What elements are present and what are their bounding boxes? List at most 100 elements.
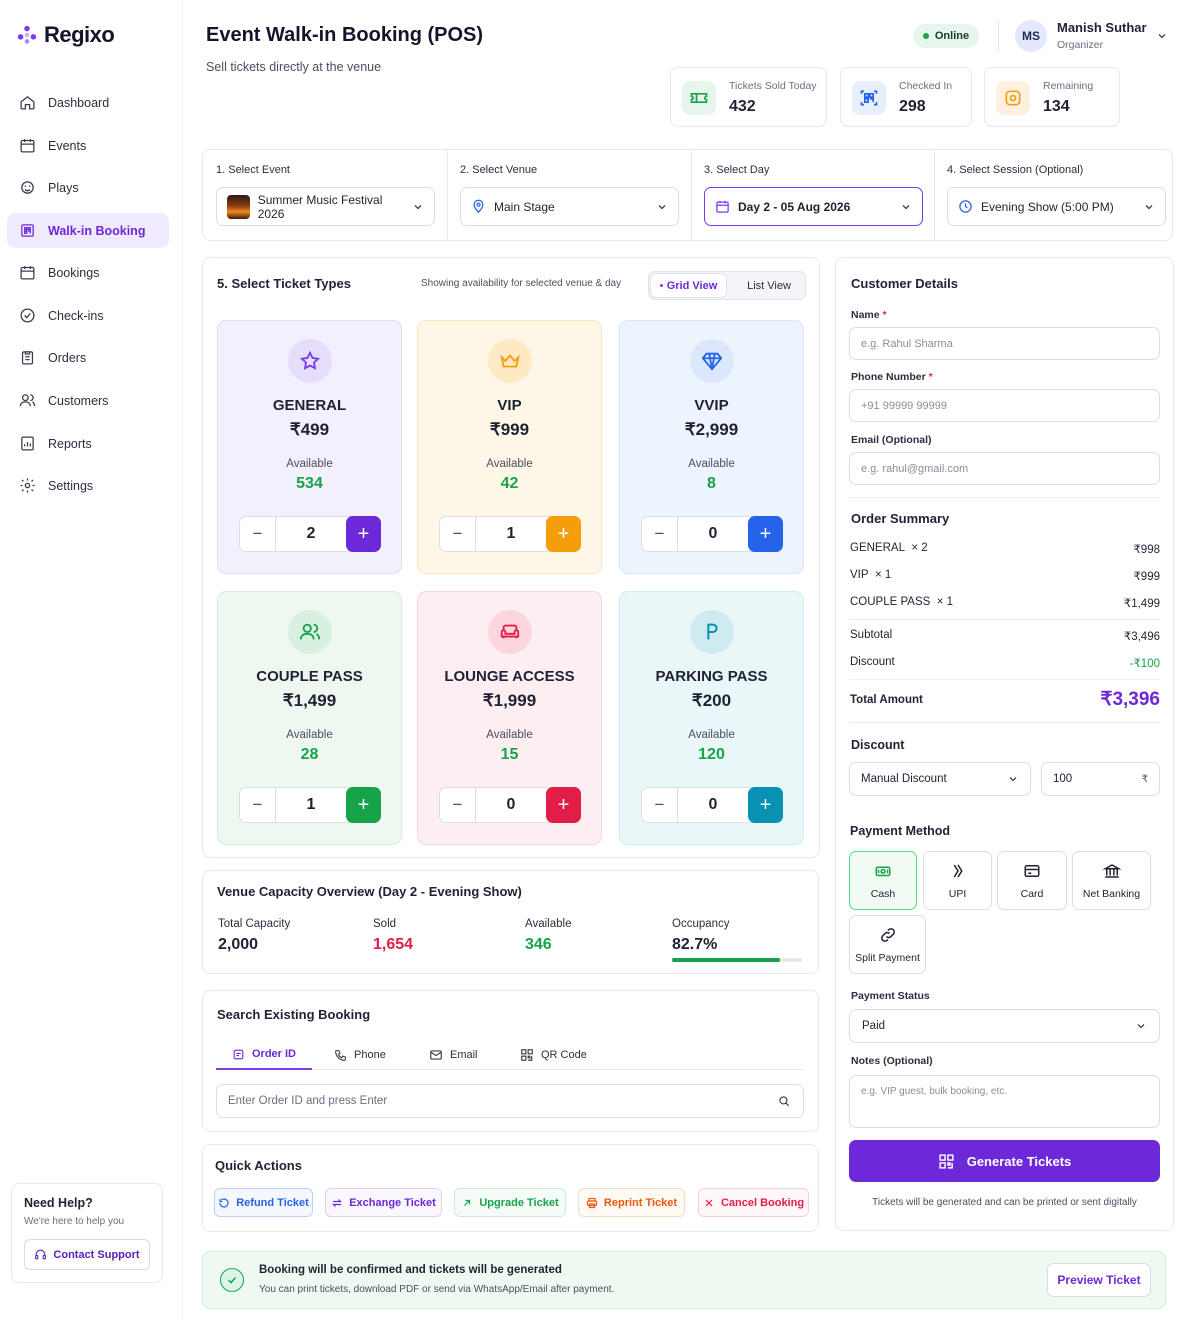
nav-label: Check-ins <box>48 308 104 323</box>
nav-item-reports[interactable]: Reports <box>7 426 169 461</box>
decrement-button[interactable]: − <box>642 788 678 822</box>
nav-label: Events <box>48 138 87 153</box>
search-icon[interactable] <box>777 1094 791 1108</box>
payment-card-button[interactable]: Card <box>997 851 1067 910</box>
quantity-value[interactable]: 0 <box>476 788 546 822</box>
app-logo[interactable]: Regixo <box>16 22 115 48</box>
line-amount: ₹999 <box>1133 571 1160 583</box>
payment-status-select[interactable]: Paid <box>849 1009 1160 1043</box>
nav-label: Dashboard <box>48 95 110 110</box>
decrement-button[interactable]: − <box>240 788 276 822</box>
payment-cash-button[interactable]: Cash <box>849 851 917 910</box>
quantity-value[interactable]: 0 <box>678 788 748 822</box>
ticket-card-couple-pass: COUPLE PASS ₹1,499 Available 28 − 1 + <box>217 591 402 845</box>
tab-phone[interactable]: Phone <box>334 1040 386 1070</box>
chevron-down-icon[interactable] <box>1156 30 1168 42</box>
payment-split-button[interactable]: Split Payment <box>849 915 926 974</box>
ticket-card-lounge-access: LOUNGE ACCESS ₹1,999 Available 15 − 0 + <box>417 591 602 845</box>
nav-item-customers[interactable]: Customers <box>7 383 169 418</box>
nav-item-orders[interactable]: Orders <box>7 340 169 375</box>
decrement-button[interactable]: − <box>240 517 276 551</box>
quantity-stepper: − 2 + <box>239 516 381 552</box>
phone-input[interactable]: +91 99999 99999 <box>849 389 1160 422</box>
payment-label: UPI <box>948 887 967 900</box>
venue-dropdown[interactable]: Main Stage <box>460 187 679 226</box>
refund-icon <box>218 1197 230 1209</box>
user-name[interactable]: Manish Suthar <box>1057 20 1147 35</box>
status-text: Online <box>934 30 970 42</box>
notes-textarea[interactable]: e.g. VIP guest, bulk booking, etc. <box>849 1075 1160 1128</box>
reprint-ticket-button[interactable]: Reprint Ticket <box>578 1188 685 1217</box>
upgrade-ticket-button[interactable]: Upgrade Ticket <box>454 1188 566 1217</box>
decrement-button[interactable]: − <box>440 517 476 551</box>
list-view-button[interactable]: List View <box>733 273 805 298</box>
available-count: 28 <box>300 746 319 763</box>
payment-status-label: Payment Status <box>851 990 930 1002</box>
ticket-name: VVIP <box>694 397 729 414</box>
select-event: 1. Select Event Summer Music Festival 20… <box>203 150 447 240</box>
quantity-value[interactable]: 2 <box>276 517 346 551</box>
increment-button[interactable]: + <box>346 516 381 552</box>
preview-ticket-button[interactable]: Preview Ticket <box>1047 1263 1151 1297</box>
stat-value: 134 <box>1043 98 1070 115</box>
session-dropdown[interactable]: Evening Show (5:00 PM) <box>947 187 1166 226</box>
quantity-value[interactable]: 1 <box>276 788 346 822</box>
stat-value: 432 <box>729 98 756 115</box>
ticket-price: ₹1,499 <box>282 691 337 710</box>
avatar[interactable]: MS <box>1015 20 1047 52</box>
quantity-value[interactable]: 1 <box>476 517 546 551</box>
qa-label: Refund Ticket <box>236 1196 309 1209</box>
email-input[interactable]: e.g. rahul@gmail.com <box>849 452 1160 485</box>
available-value: 346 <box>525 936 552 953</box>
line-amount: ₹1,499 <box>1123 598 1160 610</box>
payment-label: Card <box>1020 887 1044 900</box>
generate-tickets-button[interactable]: Generate Tickets <box>849 1140 1160 1182</box>
qr-scan-icon <box>852 81 886 115</box>
decrement-button[interactable]: − <box>642 517 678 551</box>
tab-label: QR Code <box>541 1049 587 1061</box>
tab-email[interactable]: Email <box>429 1040 478 1070</box>
select-venue-label: 2. Select Venue <box>460 164 538 176</box>
payment-upi-button[interactable]: UPI <box>923 851 992 910</box>
increment-button[interactable]: + <box>546 516 581 552</box>
stat-remaining: Remaining 134 <box>984 67 1120 127</box>
nav-item-events[interactable]: Events <box>7 128 169 163</box>
order-search-input[interactable]: Enter Order ID and press Enter <box>216 1084 804 1118</box>
nav-label: Walk-in Booking <box>48 223 146 238</box>
name-input[interactable]: e.g. Rahul Sharma <box>849 327 1160 360</box>
cancel-booking-button[interactable]: Cancel Booking <box>698 1188 809 1217</box>
discount-type-select[interactable]: Manual Discount <box>849 762 1031 796</box>
nav-item-plays[interactable]: Plays <box>7 170 169 205</box>
quantity-value[interactable]: 0 <box>678 517 748 551</box>
banner-subtitle: You can print tickets, download PDF or s… <box>259 1284 615 1295</box>
required-mark: * <box>882 309 887 321</box>
nav-item-walk-in-booking[interactable]: Walk-in Booking <box>7 213 169 248</box>
order-id-icon <box>232 1048 245 1061</box>
app-name: Regixo <box>44 22 115 47</box>
ticket-card-vip: VIP ₹999 Available 42 − 1 + <box>417 320 602 574</box>
day-dropdown[interactable]: Day 2 - 05 Aug 2026 <box>704 187 923 226</box>
grid-view-button[interactable]: Grid View <box>650 273 727 298</box>
masks-icon <box>19 179 36 196</box>
tab-order-id[interactable]: Order ID <box>216 1040 312 1070</box>
credit-card-icon <box>1023 862 1041 880</box>
increment-button[interactable]: + <box>748 787 783 823</box>
tab-qr-code[interactable]: QR Code <box>520 1040 587 1070</box>
increment-button[interactable]: + <box>546 787 581 823</box>
stat-tickets-sold: Tickets Sold Today 432 <box>670 67 827 127</box>
refund-ticket-button[interactable]: Refund Ticket <box>214 1188 313 1217</box>
total-capacity-label: Total Capacity <box>218 918 291 930</box>
discount-amount-input[interactable]: 100 ₹ <box>1041 762 1160 796</box>
increment-button[interactable]: + <box>346 787 381 823</box>
nav-item-settings[interactable]: Settings <box>7 468 169 503</box>
event-dropdown[interactable]: Summer Music Festival 2026 <box>216 187 435 226</box>
nav-item-dashboard[interactable]: Dashboard <box>7 85 169 120</box>
contact-support-button[interactable]: Contact Support <box>24 1239 150 1270</box>
decrement-button[interactable]: − <box>440 788 476 822</box>
nav-item-bookings[interactable]: Bookings <box>7 255 169 290</box>
nav-item-check-ins[interactable]: Check-ins <box>7 298 169 333</box>
increment-button[interactable]: + <box>748 516 783 552</box>
payment-net-banking-button[interactable]: Net Banking <box>1072 851 1151 910</box>
summary-line: GENERAL × 2 ₹998 <box>850 542 1160 556</box>
exchange-ticket-button[interactable]: Exchange Ticket <box>325 1188 442 1217</box>
